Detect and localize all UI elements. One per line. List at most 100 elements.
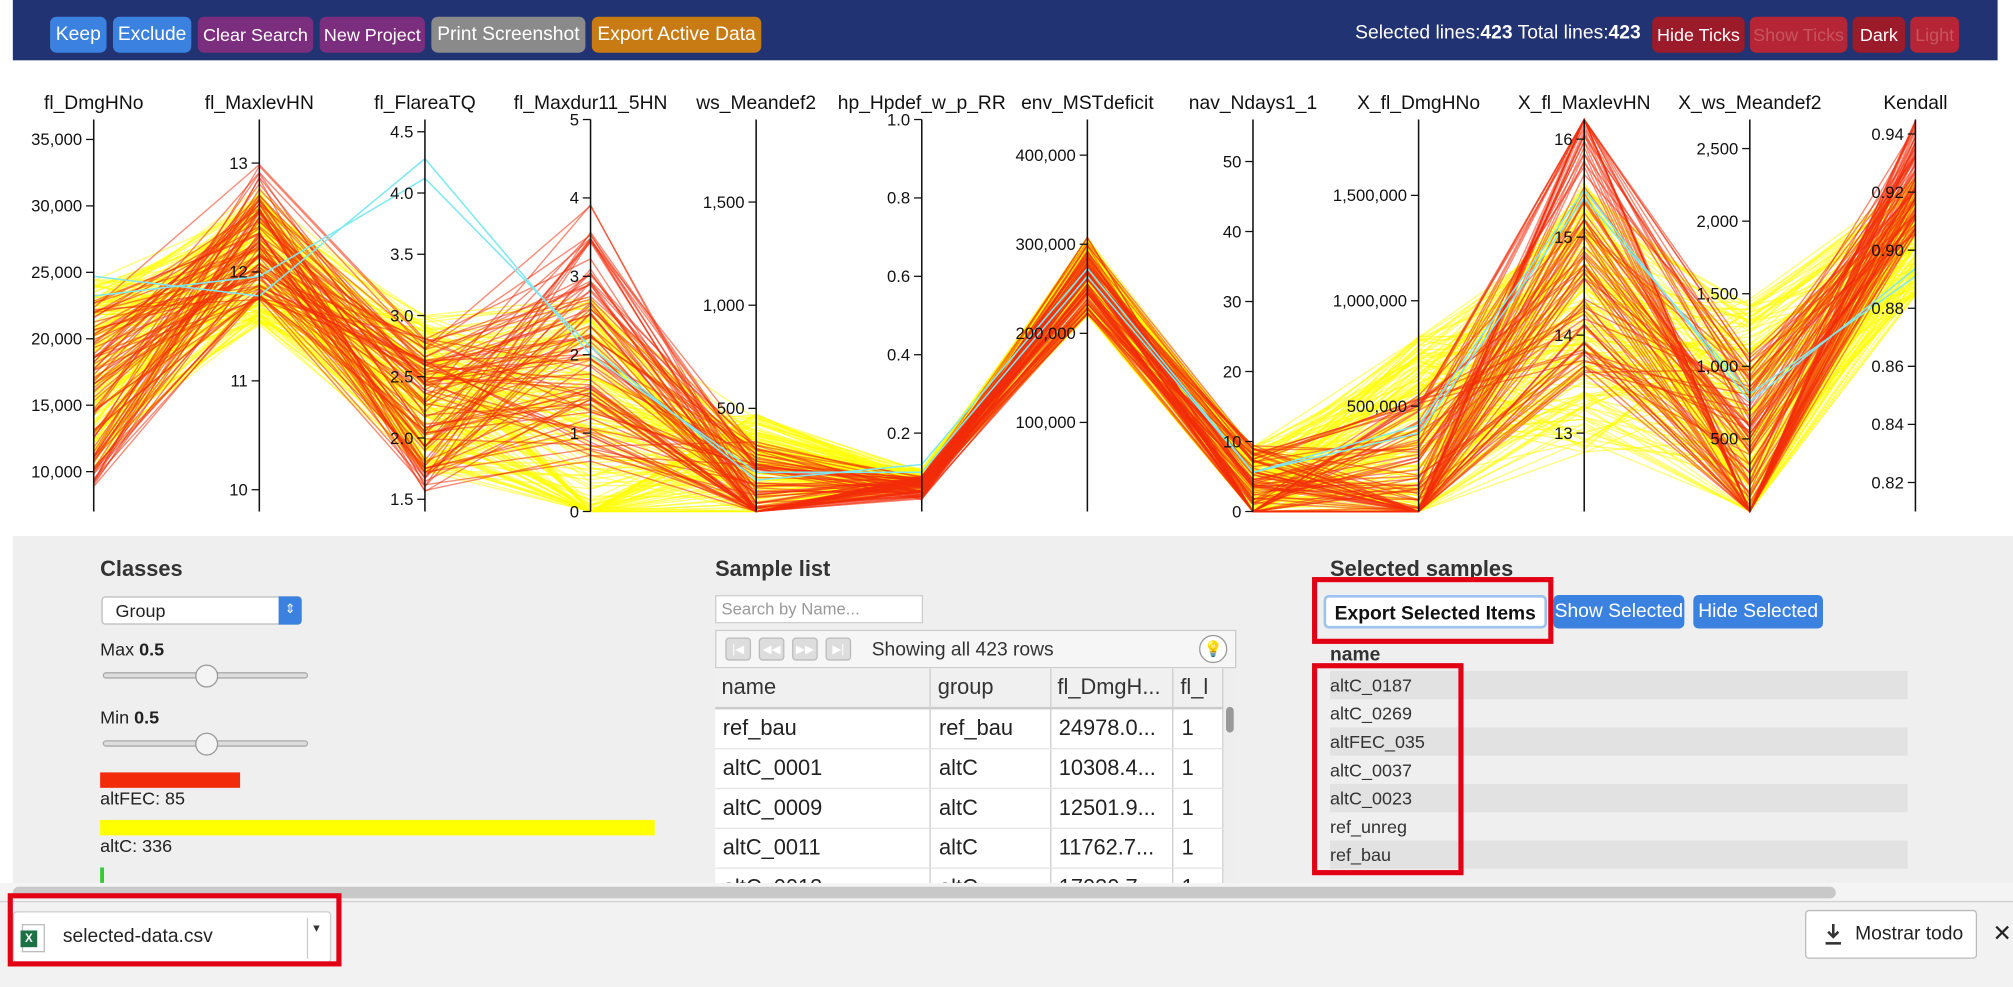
table-row[interactable]: altC_0001 altC 10308.4... 1 — [715, 747, 1224, 789]
parallel-coordinates-chart[interactable]: fl_DmgHNo 10,000 15,000 20,000 25,000 30,000 3… — [12, 60, 1998, 536]
column-header-group[interactable]: group — [930, 668, 1052, 710]
highlight-box — [1312, 577, 1554, 644]
axis-title[interactable]: X_ws_Meandef2 — [1678, 93, 1821, 114]
cell-value: 1 — [1173, 747, 1224, 789]
altc-count-bar — [100, 819, 655, 836]
tick-label: 500 — [1710, 430, 1738, 449]
tick-label: 15,000 — [31, 396, 82, 415]
max-label-text: Max — [100, 638, 135, 660]
tick-label: 2,000 — [1697, 212, 1739, 231]
cell-group: ref_bau — [930, 708, 1052, 749]
cell-group: altC — [930, 747, 1052, 789]
tick-label: 5 — [570, 110, 579, 129]
min-slider[interactable] — [102, 732, 309, 756]
tick-label: 20,000 — [31, 330, 82, 349]
bottom-panels: Classes Group ⇕ Max 0.5 Min 0.5 altFEC: … — [12, 535, 2013, 890]
max-slider[interactable] — [102, 664, 309, 688]
axis-title[interactable]: Kendall — [1883, 93, 1947, 114]
min-label-text: Min — [100, 706, 130, 728]
max-slider-handle[interactable] — [195, 664, 219, 688]
tick-label: 1.5 — [390, 490, 413, 509]
min-slider-handle[interactable] — [195, 732, 219, 756]
chart-svg[interactable]: fl_DmgHNo 10,000 15,000 20,000 25,000 30,000 3… — [0, 0, 2010, 536]
table-row[interactable]: ref_bau ref_bau 24978.0... 1 — [715, 708, 1224, 749]
tick-label: 0.8 — [887, 189, 910, 208]
axis-title[interactable]: nav_Ndays1_1 — [1189, 93, 1317, 114]
tick-label: 400,000 — [1016, 146, 1076, 165]
hide-selected-button[interactable]: Hide Selected — [1693, 595, 1823, 629]
max-label: Max 0.5 — [100, 639, 164, 660]
tick-label: 3 — [570, 267, 579, 286]
cell-value: 1 — [1173, 827, 1224, 869]
table-row[interactable]: altC_0009 altC 12501.9... 1 — [715, 787, 1224, 829]
tick-label: 0.82 — [1871, 473, 1903, 492]
ref-count-bar — [100, 867, 104, 883]
close-icon[interactable]: ✕ — [1992, 920, 2011, 947]
axis-title[interactable]: fl_DmgHNo — [44, 93, 143, 114]
axis-title[interactable]: X_fl_DmgHNo — [1357, 93, 1480, 114]
first-page-icon[interactable]: |◀ — [725, 637, 752, 661]
tick-label: 14 — [1554, 326, 1573, 345]
column-header-fl-dmgh[interactable]: fl_DmgH... — [1050, 668, 1174, 710]
cell-group: altC — [930, 787, 1052, 829]
sample-list-title: Sample list — [715, 556, 831, 581]
download-icon — [1825, 924, 1841, 945]
tick-label: 13 — [229, 154, 248, 173]
cell-value: 1 — [1173, 787, 1224, 829]
show-selected-button[interactable]: Show Selected — [1553, 595, 1685, 629]
tick-label: 0.4 — [887, 345, 910, 364]
altfec-legend-label: altFEC: 85 — [100, 787, 186, 809]
altfec-count-bar — [100, 772, 241, 788]
tick-label: 2.0 — [390, 429, 413, 448]
last-page-icon[interactable]: ▶| — [825, 637, 852, 661]
sample-search-input[interactable]: Search by Name... — [715, 595, 924, 624]
table-pager: |◀ ◀◀ ▶▶ ▶| Showing all 423 rows 💡 — [715, 629, 1237, 669]
tick-label: 0 — [570, 502, 579, 521]
tick-label: 0.2 — [887, 424, 910, 443]
cell-value: 12501.9... — [1050, 787, 1174, 829]
tick-label: 1 — [570, 424, 579, 443]
tick-label: 4 — [570, 189, 579, 208]
next-page-icon[interactable]: ▶▶ — [792, 637, 818, 661]
tick-label: 30 — [1223, 292, 1242, 311]
tick-label: 0.88 — [1871, 299, 1903, 318]
tick-label: 40 — [1223, 222, 1242, 241]
axis-title[interactable]: ws_Meandef2 — [695, 93, 816, 114]
tick-label: 20 — [1223, 362, 1242, 381]
prev-page-icon[interactable]: ◀◀ — [758, 637, 785, 661]
rows-info: Showing all 423 rows — [871, 638, 1054, 661]
tick-label: 200,000 — [1016, 324, 1076, 343]
sample-table: name group fl_DmgH... fl_l ref_bau ref_b… — [715, 668, 1224, 890]
tick-label: 0.86 — [1871, 357, 1903, 376]
column-header-fl-l[interactable]: fl_l — [1173, 668, 1224, 710]
tick-label: 1.0 — [887, 110, 910, 129]
axis-title[interactable]: fl_FlareaTQ — [374, 93, 476, 114]
polylines — [93, 117, 1917, 514]
axis-title[interactable]: fl_MaxlevHN — [205, 93, 314, 114]
lightbulb-icon[interactable]: 💡 — [1199, 634, 1228, 664]
tick-label: 12 — [229, 263, 248, 282]
tick-label: 11 — [230, 372, 247, 391]
table-scrollbar-thumb[interactable] — [1226, 706, 1234, 733]
column-header-name[interactable]: name — [715, 668, 932, 710]
axis-title[interactable]: env_MSTdeficit — [1021, 93, 1154, 114]
group-select[interactable]: Group ⇕ — [101, 596, 302, 625]
axis-title[interactable]: hp_Hpdef_w_p_RR — [838, 93, 1006, 114]
cell-name: altC_0001 — [715, 747, 932, 789]
tick-label: 15 — [1554, 228, 1573, 247]
show-all-label: Mostrar todo — [1855, 922, 1964, 945]
table-scrollbar[interactable] — [1223, 668, 1237, 890]
cell-name: altC_0009 — [715, 787, 932, 829]
cell-value: 24978.0... — [1050, 708, 1174, 749]
table-header: name group fl_DmgH... fl_l — [715, 668, 1224, 710]
table-row[interactable]: altC_0011 altC 11762.7... 1 — [715, 827, 1224, 869]
show-all-button[interactable]: Mostrar todo — [1805, 909, 1978, 959]
tick-label: 500 — [717, 399, 745, 418]
axis[interactable]: hp_Hpdef_w_p_RR 0.2 0.4 0.6 0.8 1.0 — [838, 93, 1006, 512]
axis-title[interactable]: fl_Maxdur11_5HN — [514, 93, 668, 114]
tick-label: 4.5 — [390, 123, 413, 142]
tick-label: 16 — [1554, 130, 1573, 149]
axis-title[interactable]: X_fl_MaxlevHN — [1518, 93, 1651, 114]
tick-label: 0 — [1232, 502, 1241, 521]
min-value: 0.5 — [134, 706, 160, 728]
